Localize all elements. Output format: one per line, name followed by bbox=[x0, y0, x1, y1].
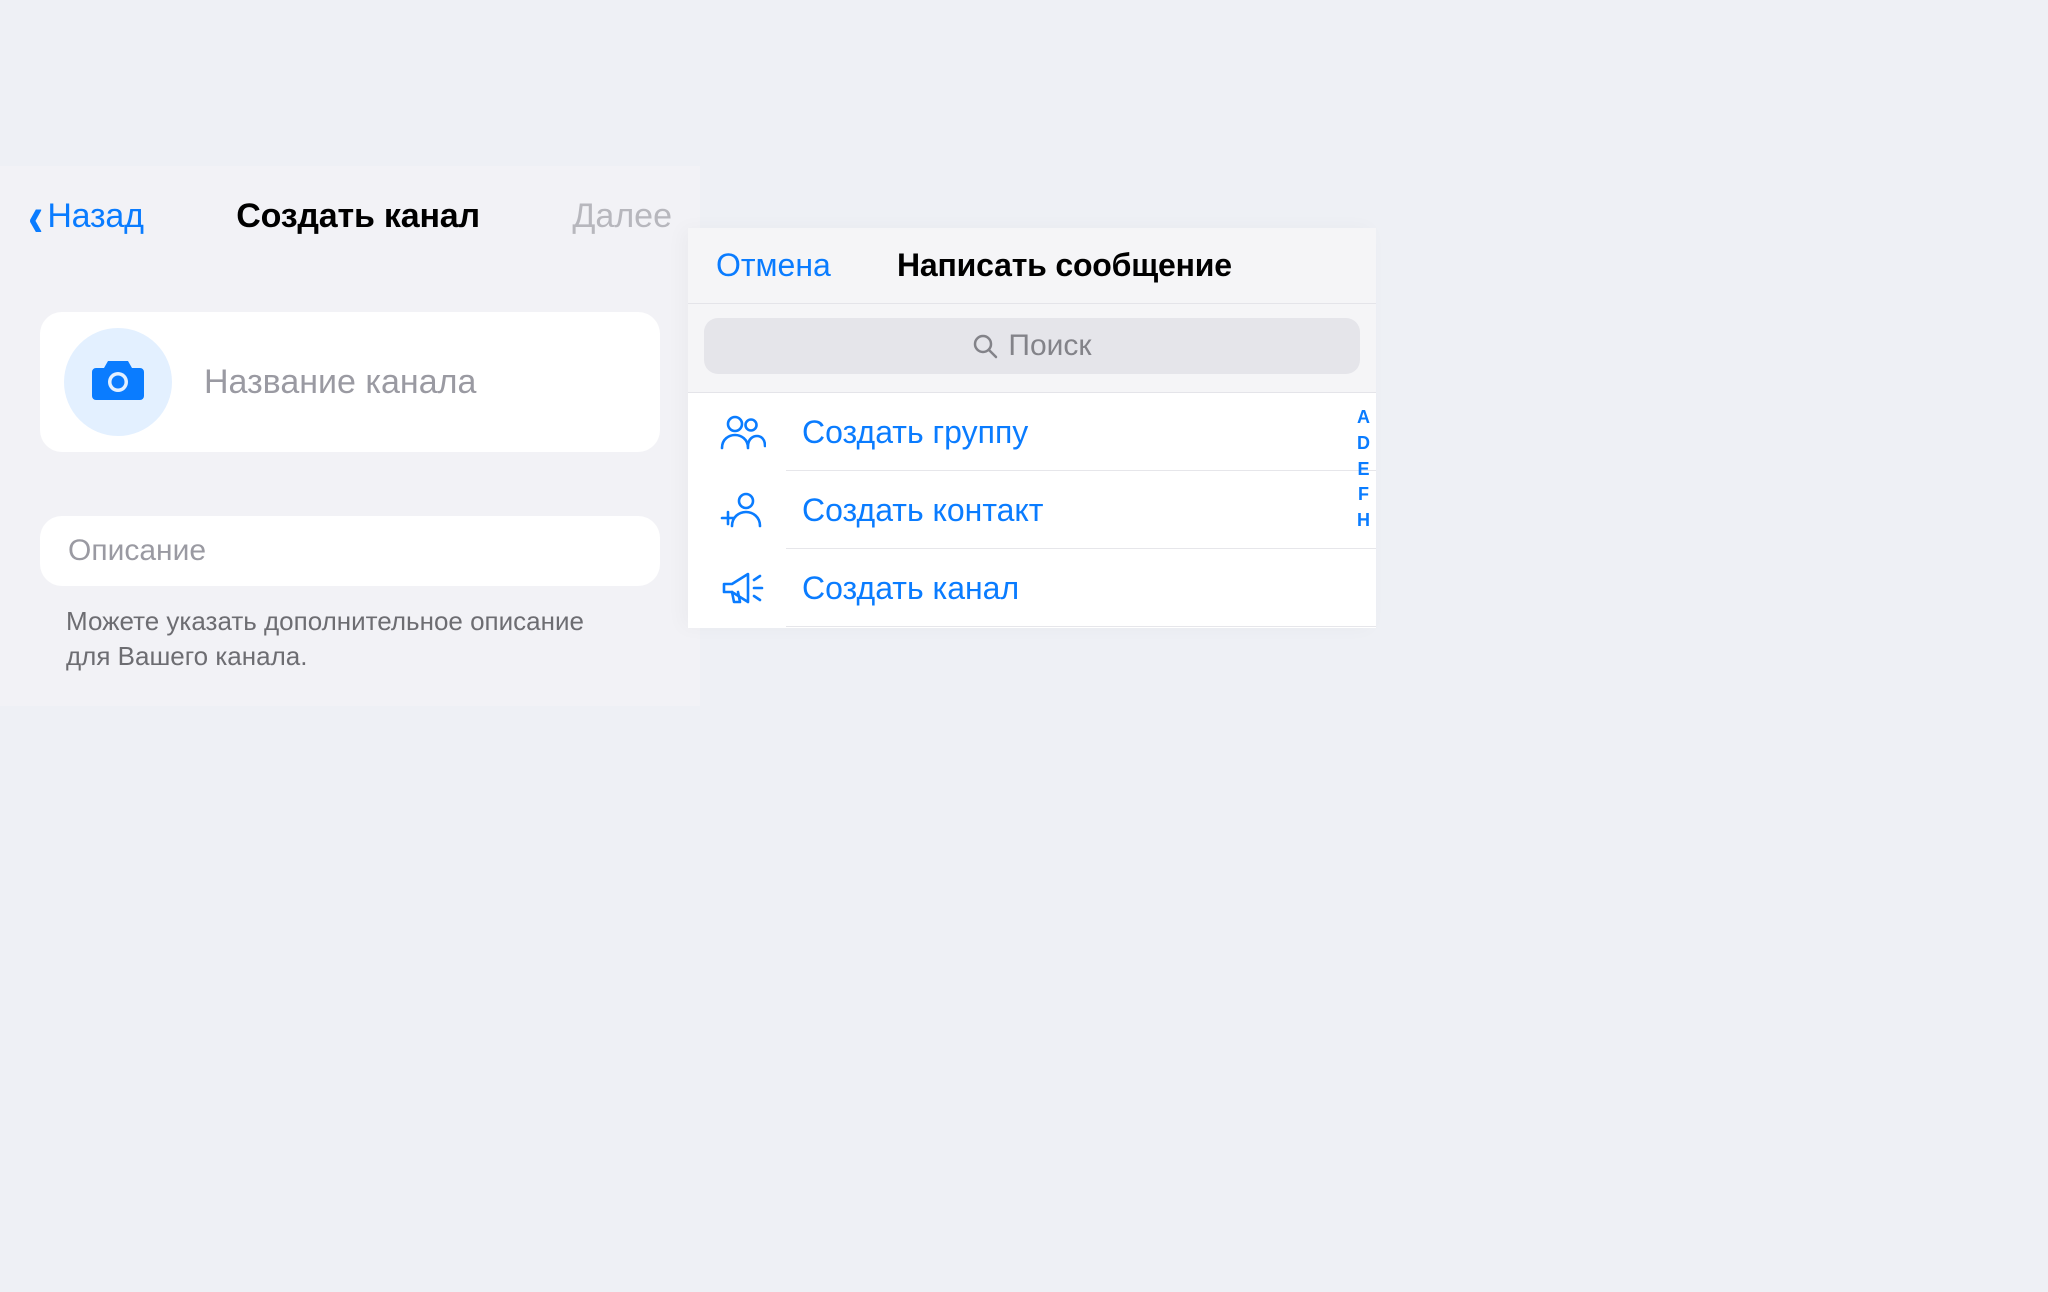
search-icon bbox=[972, 333, 998, 359]
add-contact-icon bbox=[716, 488, 768, 532]
page-title: Написать сообщение bbox=[871, 247, 1258, 284]
channel-name-card bbox=[40, 312, 660, 452]
index-letter[interactable]: H bbox=[1357, 511, 1370, 531]
option-label: Создать контакт bbox=[802, 492, 1043, 529]
description-footer-note: Можете указать дополнительное описание д… bbox=[66, 604, 634, 674]
channel-description-input[interactable] bbox=[68, 534, 632, 568]
megaphone-icon bbox=[716, 566, 768, 610]
page-title: Создать канал bbox=[236, 197, 480, 236]
option-label: Создать группу bbox=[802, 414, 1028, 451]
search-placeholder: Поиск bbox=[1008, 329, 1091, 363]
set-photo-button[interactable] bbox=[64, 328, 172, 436]
chevron-left-icon: ‹ bbox=[28, 187, 43, 245]
index-letter[interactable]: A bbox=[1357, 408, 1370, 428]
next-button[interactable]: Далее bbox=[572, 197, 672, 236]
index-letter[interactable]: D bbox=[1357, 434, 1370, 454]
camera-icon bbox=[90, 356, 146, 409]
alphabet-index: A D E F H bbox=[1357, 408, 1370, 531]
search-container: Поиск bbox=[688, 304, 1376, 393]
back-label: Назад bbox=[47, 197, 143, 236]
create-channel-panel: ‹ Назад Создать канал Далее Можете указа… bbox=[0, 166, 700, 706]
back-button[interactable]: ‹ Назад bbox=[28, 193, 144, 239]
channel-description-card bbox=[40, 516, 660, 586]
compose-message-panel: Отмена Написать сообщение Поиск Создать … bbox=[688, 228, 1376, 628]
option-label: Создать канал bbox=[802, 570, 1019, 607]
search-input[interactable]: Поиск bbox=[704, 318, 1360, 374]
group-icon bbox=[716, 410, 768, 454]
navbar: ‹ Назад Создать канал Далее bbox=[0, 166, 700, 266]
index-letter[interactable]: E bbox=[1357, 460, 1370, 480]
create-group-option[interactable]: Создать группу bbox=[688, 393, 1376, 471]
create-channel-option[interactable]: Создать канал bbox=[688, 549, 1376, 627]
navbar: Отмена Написать сообщение bbox=[688, 228, 1376, 304]
channel-name-input[interactable] bbox=[204, 363, 647, 402]
cancel-button[interactable]: Отмена bbox=[716, 247, 831, 284]
index-letter[interactable]: F bbox=[1357, 485, 1370, 505]
create-contact-option[interactable]: Создать контакт bbox=[688, 471, 1376, 549]
